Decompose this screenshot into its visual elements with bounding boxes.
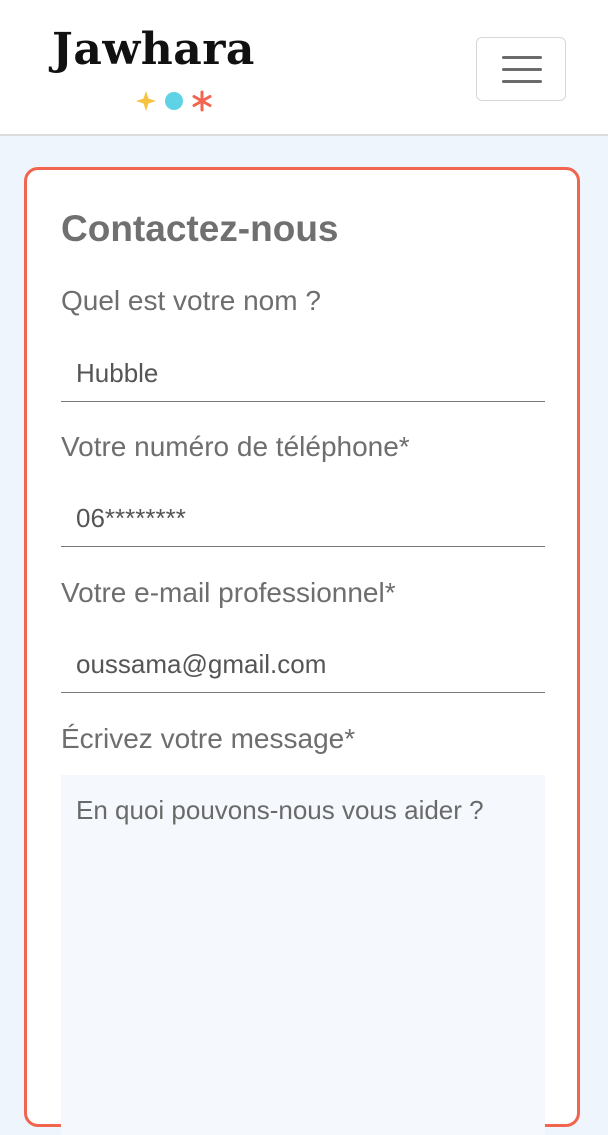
contact-form-card: Contactez-nous Quel est votre nom ? Votr… <box>24 167 580 1135</box>
phone-input[interactable] <box>61 491 545 547</box>
message-label: Écrivez votre message* <box>61 723 356 754</box>
hamburger-menu-icon-bar <box>502 68 542 71</box>
name-label: Quel est votre nom ? <box>61 285 321 316</box>
phone-label: Votre numéro de téléphone* <box>61 431 410 462</box>
name-input[interactable] <box>61 346 545 402</box>
form-title: Contactez-nous <box>61 208 339 249</box>
hamburger-menu-icon-bar <box>502 80 542 83</box>
hamburger-menu-icon <box>502 56 542 59</box>
brand-logo[interactable]: Jawhara <box>52 28 282 118</box>
message-textarea[interactable] <box>61 775 545 1135</box>
menu-toggle-button[interactable] <box>476 37 566 101</box>
navbar: Jawhara <box>0 0 608 136</box>
brand-name: Jawhara <box>52 24 255 75</box>
email-input[interactable] <box>61 637 545 693</box>
email-label: Votre e-mail professionnel* <box>61 577 396 608</box>
brand-marks-icon <box>136 90 212 112</box>
